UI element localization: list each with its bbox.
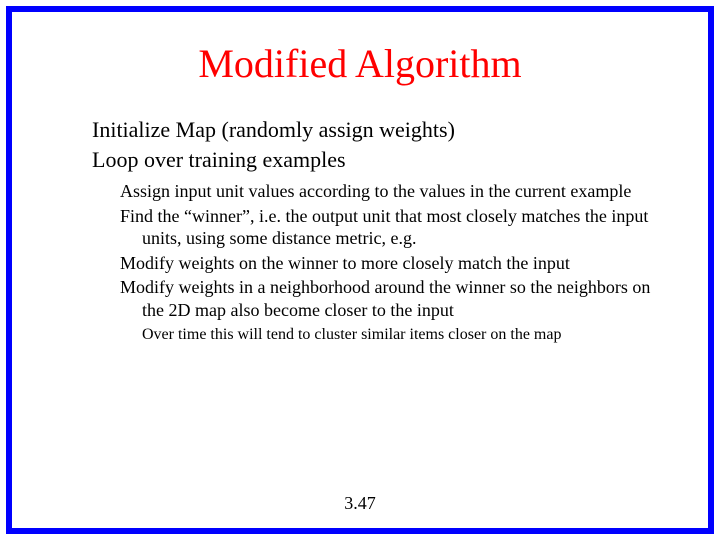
step-initialize: Initialize Map (randomly assign weights) bbox=[92, 115, 648, 145]
body-level1: Initialize Map (randomly assign weights)… bbox=[92, 115, 648, 174]
substep-modify-neighborhood: Modify weights in a neighborhood around … bbox=[120, 276, 663, 321]
body-level2: Assign input unit values according to th… bbox=[120, 180, 663, 321]
substep-find-winner: Find the “winner”, i.e. the output unit … bbox=[120, 205, 663, 250]
substep-modify-winner: Modify weights on the winner to more clo… bbox=[120, 252, 663, 275]
step-loop: Loop over training examples bbox=[92, 145, 648, 175]
substep-assign-input: Assign input unit values according to th… bbox=[120, 180, 663, 203]
slide-frame: Modified Algorithm Initialize Map (rando… bbox=[6, 6, 714, 534]
slide-title: Modified Algorithm bbox=[12, 40, 708, 87]
note-clustering: Over time this will tend to cluster simi… bbox=[142, 325, 663, 345]
body-level3: Over time this will tend to cluster simi… bbox=[142, 325, 663, 345]
page-number: 3.47 bbox=[12, 493, 708, 514]
